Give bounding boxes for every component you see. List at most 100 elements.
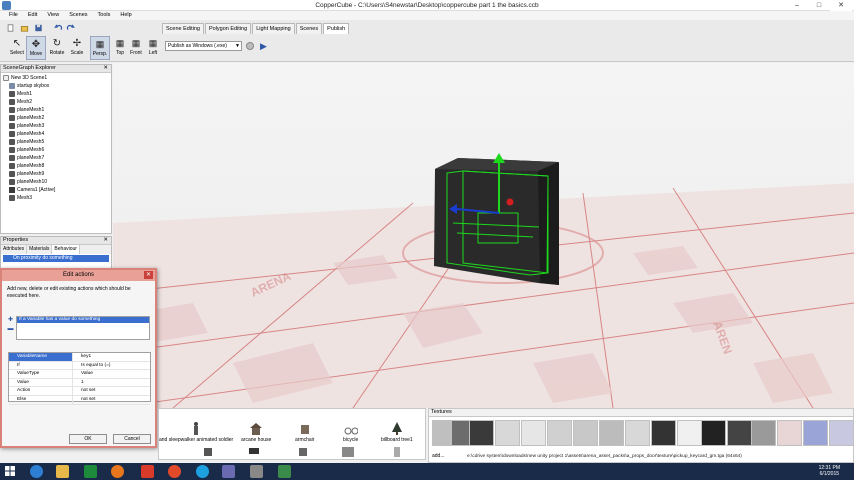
property-row[interactable]: Action not set	[9, 387, 150, 396]
tree-item[interactable]: planeMesh2	[3, 114, 109, 122]
firefox-icon[interactable]	[111, 465, 124, 478]
action-item[interactable]: If a Variable has a value do something	[17, 317, 149, 323]
tab-materials[interactable]: Materials	[27, 245, 53, 254]
texture-thumb[interactable]	[677, 420, 702, 446]
behaviour-item[interactable]: On proximity do something	[3, 255, 109, 262]
redo-icon[interactable]	[66, 24, 75, 32]
tree-item[interactable]: planeMesh9	[3, 170, 109, 178]
close-icon[interactable]: ✕	[144, 271, 153, 279]
prefab-item[interactable]: arcane house	[241, 421, 271, 443]
tab-attributes[interactable]: Attributes	[1, 245, 28, 254]
tab-polygon-editing[interactable]: Polygon Editing	[204, 23, 252, 34]
3d-viewport[interactable]: ARENA AREN	[113, 63, 854, 408]
texture-thumb[interactable]	[651, 420, 676, 446]
texture-thumb[interactable]	[521, 420, 546, 446]
texture-thumb[interactable]	[727, 420, 752, 446]
texture-thumb[interactable]	[701, 420, 726, 446]
save-icon[interactable]	[34, 24, 43, 32]
tree-item[interactable]: planeMesh1	[3, 106, 109, 114]
select-tool-button[interactable]: ↖ Select	[7, 36, 27, 60]
tree-item-root[interactable]: New 3D Scene1	[3, 74, 109, 82]
skype-icon[interactable]	[196, 465, 209, 478]
tree-item[interactable]: Mesh2	[3, 98, 109, 106]
chrome-icon[interactable]	[168, 465, 181, 478]
texture-thumb[interactable]	[803, 420, 828, 446]
coppercube-taskbar-icon[interactable]	[222, 465, 235, 478]
prefab-item[interactable]: bicycle	[343, 421, 358, 443]
prefab-item[interactable]: and sleepwalker animated soldier	[159, 421, 233, 443]
publish-target-select[interactable]: Publish as Windows (.exe) ▼	[165, 41, 242, 51]
texture-thumb[interactable]	[495, 420, 520, 446]
property-row[interactable]: Value 1	[9, 378, 150, 388]
rotate-tool-button[interactable]: ↻ Rotate	[47, 36, 67, 60]
undo-icon[interactable]	[54, 24, 63, 32]
texture-thumb[interactable]	[625, 420, 650, 446]
property-row[interactable]: Else not set	[9, 395, 150, 405]
tree-item[interactable]: startup skybox	[3, 82, 109, 90]
prefab-item[interactable]: billboard tree1	[381, 421, 413, 443]
settings-circle-icon[interactable]	[246, 42, 254, 50]
cancel-button[interactable]: Cancel	[113, 434, 151, 444]
file-explorer-icon[interactable]	[56, 465, 69, 478]
add-texture-button[interactable]: add...	[432, 453, 445, 459]
close-icon[interactable]: ✕	[103, 237, 108, 244]
app-icon[interactable]	[250, 465, 263, 478]
tree-item[interactable]: planeMesh3	[3, 122, 109, 130]
tree-item[interactable]: Mesh3	[3, 194, 109, 202]
perspective-view-button[interactable]: ▦ Persp.	[90, 36, 110, 60]
tree-item[interactable]: planeMesh8	[3, 162, 109, 170]
close-icon[interactable]: ✕	[103, 65, 108, 72]
menu-file[interactable]: File	[4, 11, 23, 20]
menu-view[interactable]: View	[42, 11, 64, 20]
close-icon[interactable]: ✕	[830, 0, 852, 11]
tree-item[interactable]: planeMesh4	[3, 130, 109, 138]
tree-item[interactable]: planeMesh6	[3, 146, 109, 154]
excel-icon[interactable]	[84, 465, 97, 478]
open-folder-icon[interactable]	[20, 24, 29, 32]
texture-thumb[interactable]	[573, 420, 598, 446]
tab-light-mapping[interactable]: Light Mapping	[252, 23, 295, 34]
menu-edit[interactable]: Edit	[23, 11, 42, 20]
play-icon[interactable]: ▶	[260, 41, 267, 51]
tab-scenes[interactable]: Scenes	[295, 23, 323, 34]
internet-explorer-icon[interactable]	[30, 465, 43, 478]
property-value-input[interactable]: key1	[73, 353, 150, 361]
tab-scene-editing[interactable]: Scene Editing	[162, 23, 204, 34]
texture-thumb[interactable]	[751, 420, 776, 446]
menu-scenes[interactable]: Scenes	[64, 11, 92, 20]
menu-help[interactable]: Help	[115, 11, 136, 20]
scenegraph-title: SceneGraph Explorer ✕	[1, 65, 111, 73]
move-tool-button[interactable]: ✥ Move	[26, 36, 46, 60]
tab-behaviour[interactable]: Behaviour	[52, 245, 80, 254]
texture-thumb[interactable]	[469, 420, 494, 446]
tree-item[interactable]: Camera1 [Active]	[3, 186, 109, 194]
texture-thumb[interactable]	[829, 420, 854, 446]
app-icon[interactable]	[278, 465, 291, 478]
door-mesh[interactable]	[434, 153, 559, 285]
add-action-icon[interactable]: ✚	[7, 317, 14, 324]
tree-item[interactable]: planeMesh10	[3, 178, 109, 186]
menu-tools[interactable]: Tools	[93, 11, 116, 20]
system-clock[interactable]: 12:31 PM 6/1/2015	[819, 465, 840, 477]
app-icon[interactable]	[141, 465, 154, 478]
tab-publish[interactable]: Publish	[323, 23, 350, 34]
left-view-button[interactable]: ▦ Left	[143, 36, 163, 60]
texture-thumb[interactable]	[599, 420, 624, 446]
scale-tool-button[interactable]: ✢ Scale	[67, 36, 87, 60]
scene-render[interactable]: ARENA AREN	[113, 63, 854, 408]
property-row[interactable]: If Is equal to (=)	[9, 361, 150, 371]
property-row[interactable]: ValueType Value	[9, 370, 150, 379]
tree-item[interactable]: planeMesh5	[3, 138, 109, 146]
ok-button[interactable]: OK	[69, 434, 107, 444]
windows-start-icon[interactable]	[5, 466, 15, 476]
property-row[interactable]: VariableName key1	[9, 353, 150, 362]
tree-item[interactable]: Mesh1	[3, 90, 109, 98]
maximize-icon[interactable]: □	[808, 0, 830, 11]
minimize-icon[interactable]: –	[786, 0, 808, 11]
texture-thumb[interactable]	[777, 420, 802, 446]
remove-action-icon[interactable]: ▬	[7, 326, 14, 333]
tree-item[interactable]: planeMesh7	[3, 154, 109, 162]
prefab-item[interactable]: armchair	[295, 421, 314, 443]
new-file-icon[interactable]	[6, 24, 15, 32]
texture-thumb[interactable]	[547, 420, 572, 446]
